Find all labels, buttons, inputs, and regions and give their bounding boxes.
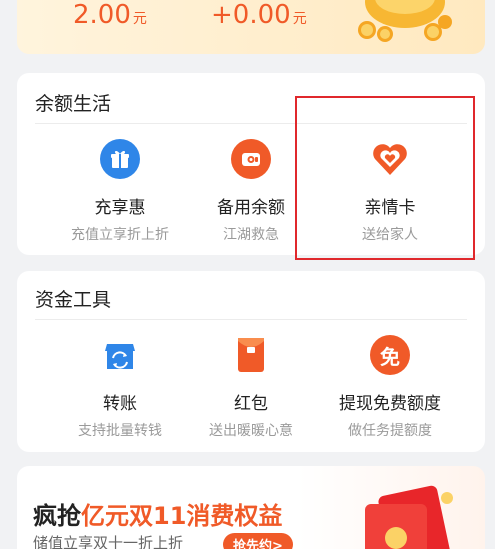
item-label: 充享惠 <box>94 198 146 218</box>
promo-title-prefix: 疯抢 <box>33 502 81 530</box>
red-envelope-icon <box>365 485 453 549</box>
item-chongxianghui[interactable]: 充享惠 充值立享折上折 <box>45 139 195 244</box>
tools-section-card: 资金工具 转账 支持批量转钱 红包 送出暖暖心意 免 提现免费额度 做任务提额度 <box>17 271 485 452</box>
item-label: 备用余额 <box>217 198 285 218</box>
item-label: 亲情卡 <box>364 198 416 218</box>
item-backup-balance[interactable]: 备用余额 江湖救急 <box>176 139 326 244</box>
divider <box>35 123 467 124</box>
red-packet-icon <box>231 335 271 375</box>
heart-icon <box>370 139 410 179</box>
item-subtitle: 送出暖暖心意 <box>209 423 293 439</box>
balance-card: 2.00 元 +0.00 元 <box>17 0 485 54</box>
amount-left-unit: 元 <box>132 11 147 27</box>
item-subtitle: 充值立享折上折 <box>71 227 169 243</box>
balance-amount-left: 2.00 元 <box>73 0 147 30</box>
item-subtitle: 做任务提额度 <box>348 423 432 439</box>
promo-banner[interactable]: 疯抢亿元双11消费权益 储值立享双十一折上折 抢先约> <box>17 466 485 549</box>
life-section-card: 余额生活 充享惠 充值立享折上折 备用余额 江湖救急 亲情卡 送给家人 <box>17 73 485 255</box>
balance-amount-right: +0.00 元 <box>211 0 307 30</box>
amount-right-unit: 元 <box>292 11 307 27</box>
promo-title: 疯抢亿元双11消费权益 <box>33 496 282 531</box>
item-label: 提现免费额度 <box>339 394 441 414</box>
free-badge-icon: 免 <box>370 335 410 375</box>
piggy-bank-icon <box>358 0 452 42</box>
tools-section-title: 资金工具 <box>35 289 112 311</box>
transfer-shop-icon <box>100 335 140 375</box>
item-label: 转账 <box>103 394 137 414</box>
item-label: 红包 <box>234 394 268 414</box>
amount-left-value: 2.00 <box>73 0 131 30</box>
gift-icon <box>100 139 140 179</box>
promo-subtitle: 储值立享双十一折上折 <box>33 534 184 549</box>
item-family-card[interactable]: 亲情卡 送给家人 <box>315 139 465 244</box>
item-transfer[interactable]: 转账 支持批量转钱 <box>45 335 195 440</box>
item-subtitle: 支持批量转钱 <box>78 423 162 439</box>
wallet-icon <box>231 139 271 179</box>
item-subtitle: 送给家人 <box>362 227 418 243</box>
life-section-title: 余额生活 <box>35 93 112 115</box>
divider <box>35 319 467 320</box>
promo-title-highlight: 亿元双11消费权益 <box>81 502 283 530</box>
reserve-button[interactable]: 抢先约> <box>223 533 293 549</box>
item-free-withdraw[interactable]: 免 提现免费额度 做任务提额度 <box>315 335 465 440</box>
amount-right-value: +0.00 <box>211 0 291 30</box>
item-subtitle: 江湖救急 <box>223 227 279 243</box>
item-red-packet[interactable]: 红包 送出暖暖心意 <box>176 335 326 440</box>
